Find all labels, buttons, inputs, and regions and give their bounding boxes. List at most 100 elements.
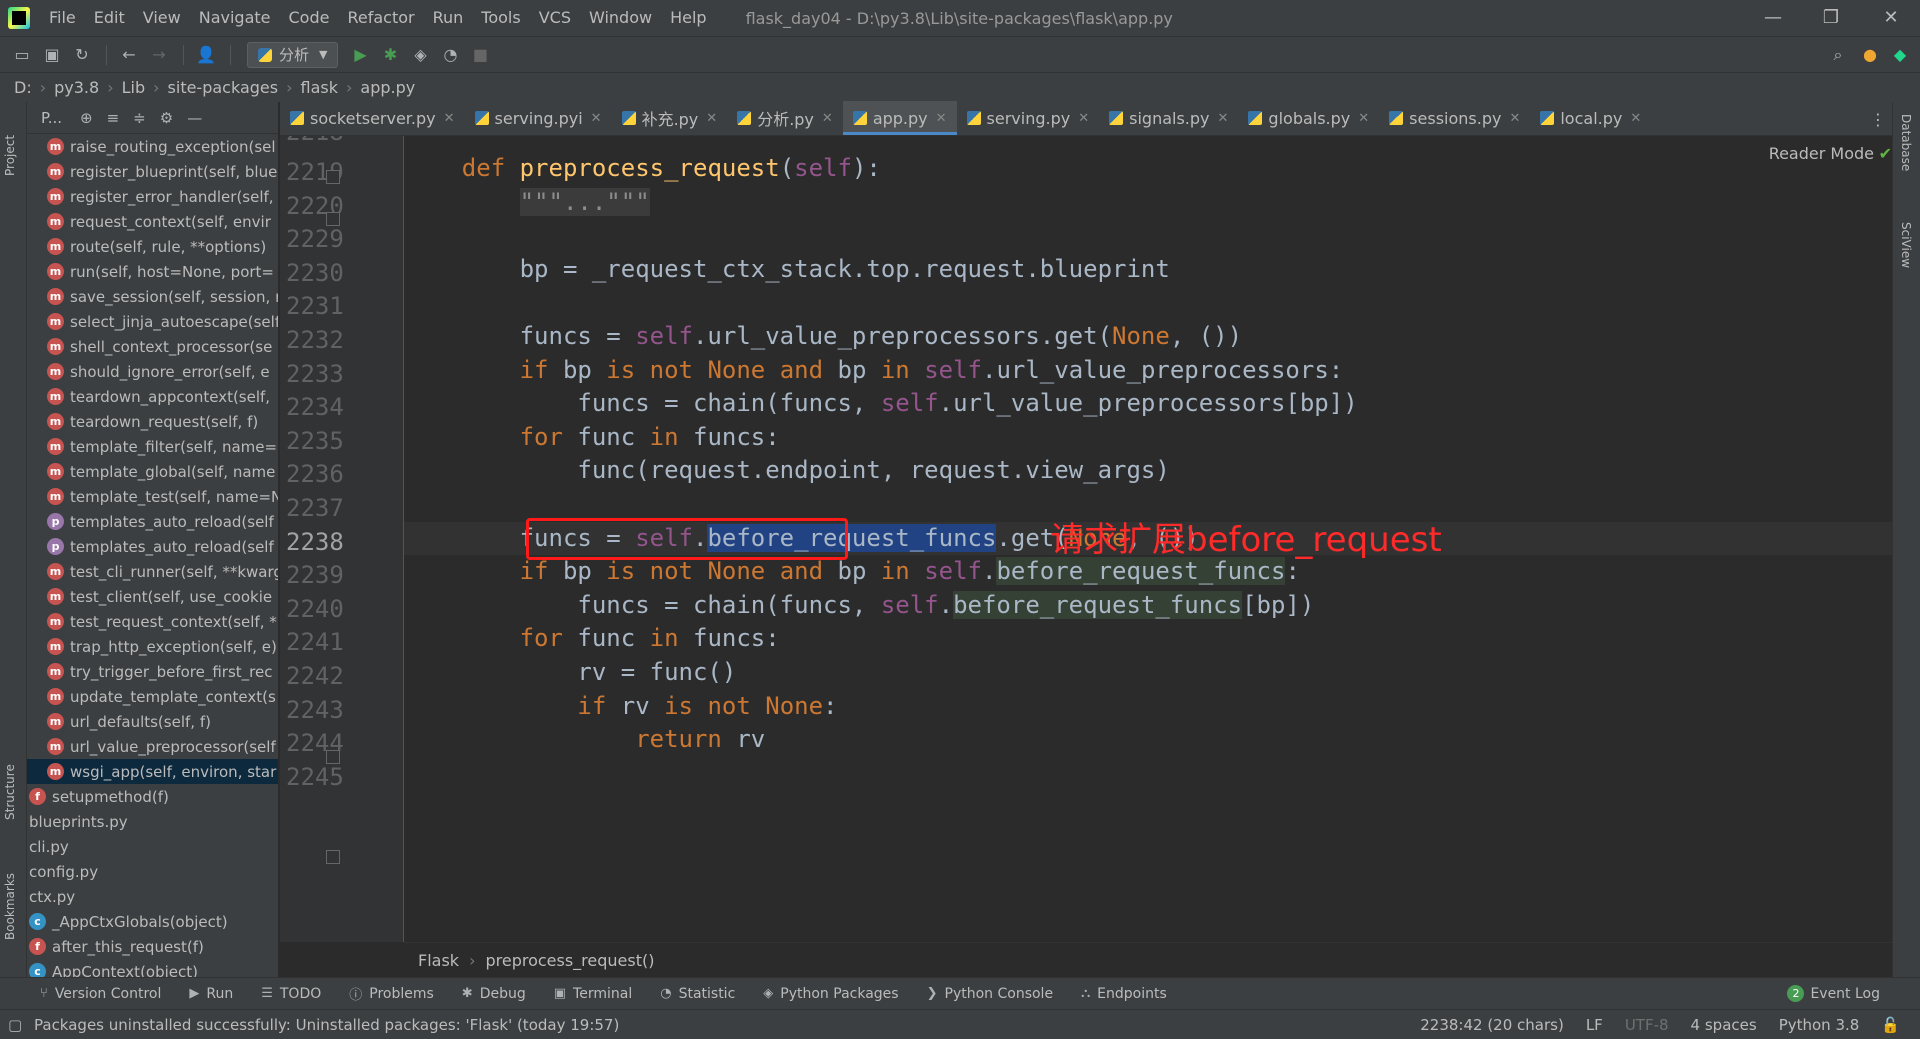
tree-item[interactable]: blueprints.py [27,809,278,834]
tree-item[interactable]: m should_ignore_error(self, e [27,359,278,384]
editor-tab[interactable]: sessions.py ✕ [1379,101,1530,135]
tree-item[interactable]: ctx.py [27,884,278,909]
tree-item[interactable]: m url_value_preprocessor(self [27,734,278,759]
fold-toggle-icon[interactable] [326,212,340,226]
save-icon[interactable]: ▣ [38,41,66,69]
tree-item[interactable]: c AppContext(object) [27,959,278,977]
menu-vcs[interactable]: VCS [530,0,580,36]
tool-window-debug[interactable]: ✱ Debug [462,986,526,1002]
close-tab-icon[interactable]: ✕ [1358,111,1369,126]
tool-window-version-control[interactable]: ⑂ Version Control [40,986,161,1002]
tree-item[interactable]: m teardown_request(self, f) [27,409,278,434]
line-separator[interactable]: LF [1586,1016,1603,1034]
sync-icon[interactable]: ↻ [68,41,96,69]
run-icon[interactable]: ▶ [346,41,374,69]
expand-all-icon[interactable]: ≡ [107,109,120,127]
tree-item[interactable]: m run(self, host=None, port= [27,259,278,284]
editor-tab[interactable]: 分析.py ✕ [727,101,843,135]
check-icon[interactable]: ✔ [1879,144,1892,163]
jetbrains-toolbox-icon[interactable]: ◆ [1886,41,1914,69]
menu-refactor[interactable]: Refactor [338,0,423,36]
breadcrumb-py38[interactable]: py3.8 [54,78,99,97]
menu-view[interactable]: View [134,0,190,36]
close-tab-icon[interactable]: ✕ [1078,111,1089,126]
collapse-all-icon[interactable]: ≑ [133,109,146,127]
tree-item[interactable]: m test_request_context(self, * [27,609,278,634]
editor-tab[interactable]: local.py ✕ [1530,101,1651,135]
forward-icon[interactable]: → [145,41,173,69]
tree-item[interactable]: m register_blueprint(self, blue [27,159,278,184]
tree-item[interactable]: m shell_context_processor(se [27,334,278,359]
tree-item[interactable]: m route(self, rule, **options) [27,234,278,259]
tree-item[interactable]: m save_session(self, session, r [27,284,278,309]
close-tab-icon[interactable]: ✕ [1509,111,1520,126]
editor-tab[interactable]: app.py ✕ [842,101,957,135]
editor-tab[interactable]: globals.py ✕ [1238,101,1379,135]
close-tab-icon[interactable]: ✕ [1218,111,1229,126]
minimize-icon[interactable]: — [1744,0,1802,36]
tool-window-python-console[interactable]: ❯ Python Console [927,986,1053,1002]
event-log-button[interactable]: 2 Event Log [1787,985,1880,1002]
breadcrumb-lib[interactable]: Lib [122,78,146,97]
tree-item[interactable]: p templates_auto_reload(self [27,534,278,559]
tree-item[interactable]: m update_template_context(s [27,684,278,709]
database-tool-button[interactable]: Database [1899,114,1913,171]
tree-item[interactable]: m test_cli_runner(self, **kwarg [27,559,278,584]
crosshair-icon[interactable]: ⊕ [80,109,93,127]
menu-edit[interactable]: Edit [85,0,134,36]
tree-item[interactable]: cli.py [27,834,278,859]
tree-item[interactable]: f setupmethod(f) [27,784,278,809]
hide-icon[interactable]: — [187,109,202,127]
menu-file[interactable]: File [40,0,85,36]
close-tab-icon[interactable]: ✕ [822,111,833,126]
tree-item[interactable]: m register_error_handler(self, [27,184,278,209]
open-folder-icon[interactable]: ▭ [8,41,36,69]
tool-window-todo[interactable]: ☰ TODO [261,986,321,1002]
lock-icon[interactable]: 🔓 [1881,1016,1900,1034]
menu-help[interactable]: Help [661,0,715,36]
status-message[interactable]: Packages uninstalled successfully: Unins… [34,1016,619,1034]
run-config-dropdown[interactable]: 分析 ▼ [247,41,339,68]
fold-toggle-icon[interactable] [326,170,340,184]
tree-item[interactable]: config.py [27,859,278,884]
editor-tab[interactable]: signals.py ✕ [1099,101,1238,135]
menu-tools[interactable]: Tools [472,0,529,36]
tool-window-terminal[interactable]: ▣ Terminal [554,986,632,1002]
tree-item[interactable]: m template_test(self, name=N [27,484,278,509]
tool-window-python-packages[interactable]: ◈ Python Packages [763,986,898,1002]
tool-window-endpoints[interactable]: ⛬ Endpoints [1081,986,1167,1002]
menu-code[interactable]: Code [280,0,339,36]
close-tab-icon[interactable]: ✕ [444,111,455,126]
tree-item[interactable]: m template_filter(self, name= [27,434,278,459]
tree-item[interactable]: f after_this_request(f) [27,934,278,959]
reader-mode-button[interactable]: Reader Mode [1769,144,1874,163]
tree-item[interactable]: m try_trigger_before_first_rec [27,659,278,684]
gear-icon[interactable]: ⚙ [160,109,173,127]
tool-window-problems[interactable]: ⓘ Problems [349,984,434,1004]
close-icon[interactable]: ✕ [1862,0,1920,36]
project-tool-button[interactable]: Project [3,135,17,176]
breadcrumb-method[interactable]: preprocess_request() [485,951,654,970]
menu-window[interactable]: Window [580,0,661,36]
caret-position[interactable]: 2238:42 (20 chars) [1420,1016,1564,1034]
search-icon[interactable]: ⌕ [1824,41,1852,69]
layout-icon[interactable]: ▢ [8,1016,22,1034]
tree-item[interactable]: m test_client(self, use_cookie [27,584,278,609]
close-tab-icon[interactable]: ✕ [936,111,947,126]
tree-item[interactable]: m url_defaults(self, f) [27,709,278,734]
indent-setting[interactable]: 4 spaces [1691,1016,1757,1034]
tree-item[interactable]: p templates_auto_reload(self [27,509,278,534]
coverage-icon[interactable]: ◈ [406,41,434,69]
close-tab-icon[interactable]: ✕ [591,111,602,126]
more-tabs-icon[interactable]: ⋮ [1870,110,1888,129]
structure-tool-button[interactable]: Structure [3,764,17,820]
sciview-tool-button[interactable]: SciView [1899,222,1913,268]
stop-icon[interactable]: ■ [466,41,494,69]
restore-icon[interactable]: ❐ [1802,0,1860,36]
tree-item[interactable]: c _AppCtxGlobals(object) [27,909,278,934]
folded-docstring[interactable]: """...""" [519,187,650,216]
tree-item[interactable]: m template_global(self, name [27,459,278,484]
debug-icon[interactable]: ✱ [376,41,404,69]
tree-item[interactable]: m teardown_appcontext(self, [27,384,278,409]
editor-tab[interactable]: socketserver.py ✕ [280,101,465,135]
